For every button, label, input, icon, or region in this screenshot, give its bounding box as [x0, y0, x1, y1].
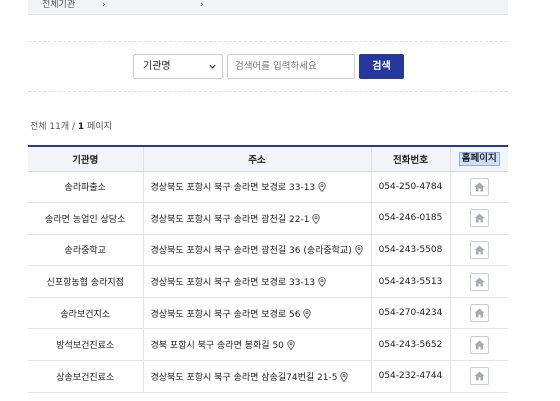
cell-institution-name: 송라면 농업인 상담소 [28, 202, 143, 235]
cell-institution-name: 신포항농협 송라지점 [28, 265, 143, 298]
table-row: 상송보건진료소 경상북도 포항시 북구 송라면 삼송길74번길 21-5 054-2… [28, 360, 508, 393]
cell-institution-name: 방석보건진료소 [28, 328, 143, 362]
location-pin-icon[interactable] [318, 182, 326, 193]
location-pin-icon[interactable] [303, 308, 312, 319]
cell-homepage [449, 171, 508, 204]
breadcrumb: 전체기관 › › [28, 0, 508, 15]
cell-address: 경상북도 포항시 북구 송라면 보경로 33-13 [142, 265, 371, 298]
cell-address-text: 경상북도 포항시 북구 송라면 삼송길74번길 21-5 [150, 372, 338, 383]
search-bar: 기관명 검색 [0, 54, 560, 79]
table-header-row: 기관명 주소 전화번호 홈페이지 [28, 146, 508, 172]
cell-phone: 054-243-5652 [370, 328, 450, 362]
table-body: 송라파출소 경상북도 포항시 북구 송라면 보경로 33-13 054-250-47… [28, 171, 508, 393]
cell-address: 경상북도 포항시 북구 송라면 보경로 33-13 [142, 171, 371, 204]
cell-address-text: 경북 포항시 북구 송라면 봉화길 50 [150, 341, 284, 352]
cell-homepage [449, 297, 508, 330]
cell-address: 경상북도 포항시 북구 송라면 삼송길74번길 21-5 [142, 360, 371, 393]
cell-phone: 054-250-4784 [370, 171, 450, 204]
search-category-select[interactable]: 기관명 [133, 54, 223, 79]
cell-address: 경북 포항시 북구 송라면 봉화길 50 [142, 328, 371, 362]
cell-address-text: 경상북도 포항시 북구 송라면 보경로 33-13 [150, 278, 316, 289]
location-pin-icon[interactable] [355, 245, 363, 256]
table-row: 송라중학교 경상북도 포항시 북구 송라면 광천길 36 (송라중학교) 054-2… [28, 234, 508, 267]
search-button[interactable]: 검색 [359, 54, 404, 79]
cell-address: 경상북도 포항시 북구 송라면 광천길 22-1 [142, 202, 371, 235]
cell-phone: 054-232-4744 [370, 360, 450, 393]
location-pin-icon[interactable] [318, 277, 326, 288]
table-row: 송라면 농업인 상담소 경상북도 포항시 북구 송라면 광천길 22-1 054-2… [28, 202, 508, 235]
homepage-button[interactable] [469, 304, 489, 323]
cell-homepage [449, 202, 508, 235]
result-summary: 전체 11개 / 1 페이지 [30, 119, 112, 132]
homepage-button[interactable] [469, 240, 489, 259]
location-pin-icon[interactable] [312, 214, 321, 224]
cell-phone: 054-243-5513 [370, 265, 450, 298]
table-row: 송라보건지소 경상북도 포항시 북구 송라면 보경로 56 054-270-4234 [28, 297, 508, 330]
cell-homepage [449, 234, 508, 267]
column-header-homepage: 홈페이지 [449, 146, 508, 172]
table-row: 송라파출소 경상북도 포항시 북구 송라면 보경로 33-13 054-250-47… [28, 171, 508, 204]
breadcrumb-separator: › [102, 0, 106, 10]
column-header-homepage-label: 홈페이지 [458, 151, 500, 166]
result-summary-prefix: 전체 11개 / [30, 122, 78, 132]
cell-phone: 054-243-5508 [370, 234, 450, 267]
cell-phone: 054-246-0185 [370, 202, 450, 235]
search-category-value: 기관명 [143, 61, 171, 72]
chevron-down-icon [209, 64, 216, 69]
cell-homepage [449, 328, 508, 362]
cell-institution-name: 송라보건지소 [28, 297, 143, 330]
cell-phone: 054-270-4234 [370, 297, 450, 330]
breadcrumb-separator: › [200, 0, 204, 10]
column-header-name: 기관명 [28, 146, 143, 172]
institution-table: 기관명 주소 전화번호 홈페이지 송라파출소경상북도 포항시 북구 송라면 보경… [28, 145, 508, 393]
homepage-button[interactable] [469, 177, 489, 196]
cell-homepage [449, 360, 508, 393]
location-pin-icon[interactable] [340, 372, 349, 382]
homepage-button[interactable] [469, 335, 489, 354]
homepage-button[interactable] [469, 272, 489, 291]
homepage-button[interactable] [469, 367, 489, 386]
search-bottom-divider [28, 91, 508, 92]
cell-homepage [449, 265, 508, 298]
table-row: 방석보건진료소 경북 포항시 북구 송라면 봉화길 50 054-243-5652 [28, 328, 508, 362]
cell-address: 경상북도 포항시 북구 송라면 보경로 56 [142, 297, 371, 330]
search-top-divider [28, 41, 508, 42]
cell-address-text: 경상북도 포항시 북구 송라면 광천길 36 (송라중학교) [150, 246, 352, 257]
result-summary-suffix: 페이지 [84, 122, 112, 132]
cell-address-text: 경상북도 포항시 북구 송라면 광천길 22-1 [150, 214, 310, 225]
cell-address-text: 경상북도 포항시 북구 송라면 보경로 33-13 [150, 183, 316, 194]
column-header-address: 주소 [142, 146, 371, 172]
column-header-phone: 전화번호 [370, 146, 450, 172]
table-row: 신포항농협 송라지점 경상북도 포항시 북구 송라면 보경로 33-13 054-2… [28, 265, 508, 298]
location-pin-icon[interactable] [287, 340, 295, 351]
cell-address: 경상북도 포항시 북구 송라면 광천길 36 (송라중학교) [142, 234, 371, 267]
cell-address-text: 경상북도 포항시 북구 송라면 보경로 56 [150, 309, 301, 320]
search-input[interactable] [227, 54, 355, 79]
breadcrumb-item-1[interactable]: 전체기관 [42, 1, 75, 10]
homepage-button[interactable] [469, 209, 489, 228]
cell-institution-name: 송라파출소 [28, 171, 143, 204]
cell-institution-name: 상송보건진료소 [28, 360, 143, 393]
cell-institution-name: 송라중학교 [28, 234, 143, 267]
